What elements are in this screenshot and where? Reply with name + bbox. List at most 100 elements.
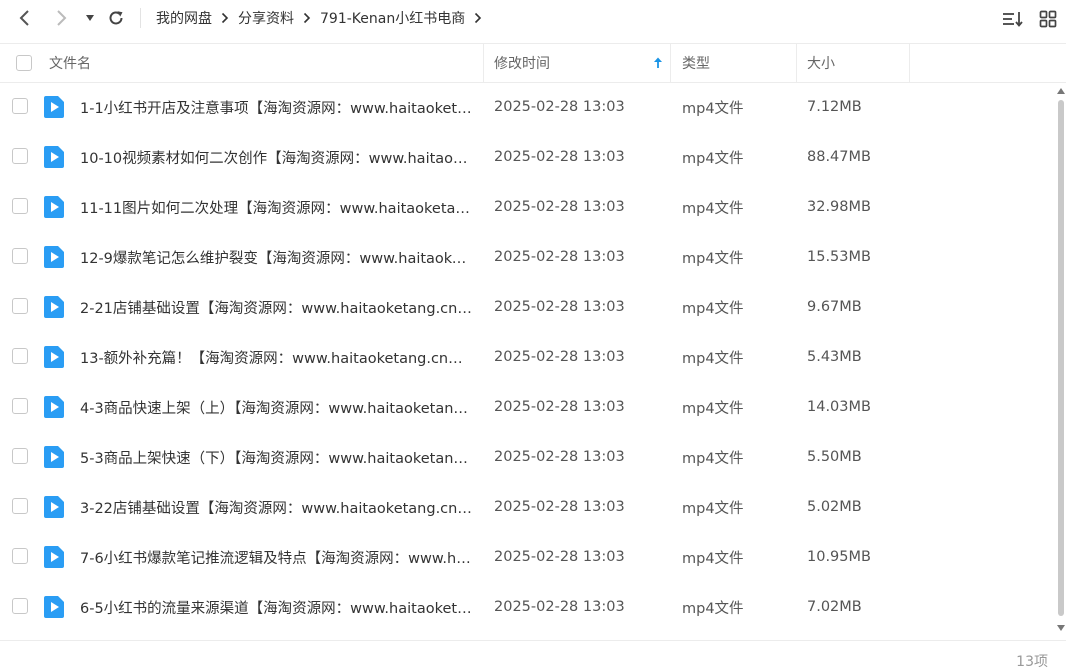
file-row[interactable]: 3-22店铺基础设置【海淘资源网：www.haitaoketang.cn】.mp… (0, 482, 1054, 532)
file-type: mp4文件 (682, 100, 744, 117)
file-name[interactable]: 2-21店铺基础设置【海淘资源网：www.haitaoketang.cn】.mp… (80, 282, 472, 332)
file-row[interactable]: 12-9爆款笔记怎么维护裂变【海淘资源网：www.haitaoketang.cn… (0, 232, 1054, 282)
file-size: 5.43MB (807, 349, 862, 365)
top-navigation-bar: 我的网盘 分享资料 791-Kenan小红书电商 (0, 0, 1066, 36)
row-checkbox[interactable] (12, 98, 28, 114)
select-all-checkbox[interactable] (16, 55, 32, 71)
row-checkbox[interactable] (12, 148, 28, 164)
scrollbar-thumb[interactable] (1058, 100, 1064, 616)
nav-divider (140, 8, 141, 28)
file-row[interactable]: 4-3商品快速上架（上）【海淘资源网：www.haitaoketang.cn】.… (0, 382, 1054, 432)
file-row[interactable]: 6-5小红书的流量来源渠道【海淘资源网：www.haitaoketang.cn】… (0, 582, 1054, 632)
file-row[interactable]: 10-10视频素材如何二次创作【海淘资源网：www.haitaoketang.c… (0, 132, 1054, 182)
column-header-size[interactable]: 大小 (807, 44, 835, 82)
vertical-scrollbar[interactable] (1056, 82, 1066, 636)
refresh-button[interactable] (104, 6, 128, 30)
video-file-icon (44, 496, 64, 518)
file-type: mp4文件 (682, 200, 744, 217)
row-checkbox[interactable] (12, 498, 28, 514)
file-size: 7.12MB (807, 99, 862, 115)
video-file-icon (44, 546, 64, 568)
file-type: mp4文件 (682, 350, 744, 367)
file-size: 32.98MB (807, 199, 871, 215)
file-size: 7.02MB (807, 599, 862, 615)
column-header-name[interactable]: 文件名 (49, 44, 91, 82)
file-name[interactable]: 6-5小红书的流量来源渠道【海淘资源网：www.haitaoketang.cn】… (80, 582, 472, 632)
file-modified-time: 2025-02-28 13:03 (494, 249, 625, 265)
select-all-checkbox-cell[interactable] (16, 44, 32, 82)
row-checkbox[interactable] (12, 348, 28, 364)
file-modified-time: 2025-02-28 13:03 (494, 499, 625, 515)
file-name[interactable]: 12-9爆款笔记怎么维护裂变【海淘资源网：www.haitaoketang.cn… (80, 232, 472, 282)
file-name[interactable]: 10-10视频素材如何二次创作【海淘资源网：www.haitaoketang.c… (80, 132, 472, 182)
file-size: 10.95MB (807, 549, 871, 565)
column-divider[interactable] (796, 44, 797, 82)
view-toggle-button[interactable] (1037, 8, 1059, 30)
sort-button[interactable] (1002, 8, 1024, 30)
back-button[interactable] (12, 6, 36, 30)
file-name[interactable]: 11-11图片如何二次处理【海淘资源网：www.haitaoketang.cn】… (80, 182, 472, 232)
scroll-down-arrow-icon[interactable] (1057, 624, 1065, 632)
video-file-icon (44, 346, 64, 368)
forward-button[interactable] (50, 6, 74, 30)
video-file-icon (44, 296, 64, 318)
file-type: mp4文件 (682, 300, 744, 317)
file-row[interactable]: 13-额外补充篇！【海淘资源网：www.haitaoketang.cn】.mp4… (0, 332, 1054, 382)
file-modified-time: 2025-02-28 13:03 (494, 349, 625, 365)
file-name-text: 7-6小红书爆款笔记推流逻辑及特点【海淘资源网：www.haitaoketang… (80, 550, 472, 567)
file-row[interactable]: 11-11图片如何二次处理【海淘资源网：www.haitaoketang.cn】… (0, 182, 1054, 232)
file-list-header: 文件名 修改时间 类型 大小 (0, 43, 1066, 83)
file-size: 5.02MB (807, 499, 862, 515)
row-checkbox[interactable] (12, 298, 28, 314)
status-bar: 13项 (0, 640, 1066, 672)
breadcrumb-item-current-folder[interactable]: 791-Kenan小红书电商 (320, 8, 465, 28)
file-row[interactable]: 2-21店铺基础设置【海淘资源网：www.haitaoketang.cn】.mp… (0, 282, 1054, 332)
row-checkbox[interactable] (12, 248, 28, 264)
row-checkbox[interactable] (12, 198, 28, 214)
chevron-right-icon (303, 12, 311, 24)
file-manager-window: 我的网盘 分享资料 791-Kenan小红书电商 文件名 修改时间 类型 大小 … (0, 0, 1066, 672)
file-row[interactable]: 1-1小红书开店及注意事项【海淘资源网：www.haitaoketang.cn】… (0, 82, 1054, 132)
file-size: 88.47MB (807, 149, 871, 165)
file-name[interactable]: 1-1小红书开店及注意事项【海淘资源网：www.haitaoketang.cn】… (80, 82, 472, 132)
file-name-text: 3-22店铺基础设置【海淘资源网：www.haitaoketang.cn】.mp… (80, 500, 472, 517)
video-file-icon (44, 596, 64, 618)
file-name-text: 5-3商品上架快速（下）【海淘资源网：www.haitaoketang.cn】.… (80, 450, 472, 467)
column-divider[interactable] (483, 44, 484, 82)
column-header-type[interactable]: 类型 (682, 44, 710, 82)
file-row[interactable]: 7-6小红书爆款笔记推流逻辑及特点【海淘资源网：www.haitaoketang… (0, 532, 1054, 582)
file-name[interactable]: 4-3商品快速上架（上）【海淘资源网：www.haitaoketang.cn】.… (80, 382, 472, 432)
breadcrumb-item-shared-materials[interactable]: 分享资料 (238, 8, 294, 28)
column-header-modified-label: 修改时间 (494, 56, 550, 72)
file-modified-time: 2025-02-28 13:03 (494, 449, 625, 465)
chevron-right-icon (221, 12, 229, 24)
file-size: 14.03MB (807, 399, 871, 415)
file-modified-time: 2025-02-28 13:03 (494, 399, 625, 415)
chevron-left-icon (19, 10, 29, 26)
file-row[interactable]: 5-3商品上架快速（下）【海淘资源网：www.haitaoketang.cn】.… (0, 432, 1054, 482)
row-checkbox[interactable] (12, 548, 28, 564)
file-name-text: 11-11图片如何二次处理【海淘资源网：www.haitaoketang.cn】… (80, 200, 472, 217)
file-type: mp4文件 (682, 150, 744, 167)
row-checkbox[interactable] (12, 598, 28, 614)
scroll-up-arrow-icon[interactable] (1057, 87, 1065, 95)
history-dropdown-button[interactable] (78, 6, 102, 30)
column-divider[interactable] (909, 44, 910, 82)
file-size: 9.67MB (807, 299, 862, 315)
breadcrumb-item-my-drive[interactable]: 我的网盘 (156, 8, 212, 28)
column-divider[interactable] (670, 44, 671, 82)
file-name[interactable]: 5-3商品上架快速（下）【海淘资源网：www.haitaoketang.cn】.… (80, 432, 472, 482)
dropdown-triangle-icon (86, 15, 94, 21)
column-header-name-label: 文件名 (49, 56, 91, 72)
column-header-modified[interactable]: 修改时间 (494, 44, 670, 82)
file-name[interactable]: 3-22店铺基础设置【海淘资源网：www.haitaoketang.cn】.mp… (80, 482, 472, 532)
row-checkbox[interactable] (12, 398, 28, 414)
file-name[interactable]: 13-额外补充篇！【海淘资源网：www.haitaoketang.cn】.mp4 (80, 332, 472, 382)
file-modified-time: 2025-02-28 13:03 (494, 299, 625, 315)
video-file-icon (44, 396, 64, 418)
row-checkbox[interactable] (12, 448, 28, 464)
file-name-text: 4-3商品快速上架（上）【海淘资源网：www.haitaoketang.cn】.… (80, 400, 472, 417)
chevron-right-icon[interactable] (474, 12, 482, 24)
file-name[interactable]: 7-6小红书爆款笔记推流逻辑及特点【海淘资源网：www.haitaoketang… (80, 532, 472, 582)
video-file-icon (44, 96, 64, 118)
